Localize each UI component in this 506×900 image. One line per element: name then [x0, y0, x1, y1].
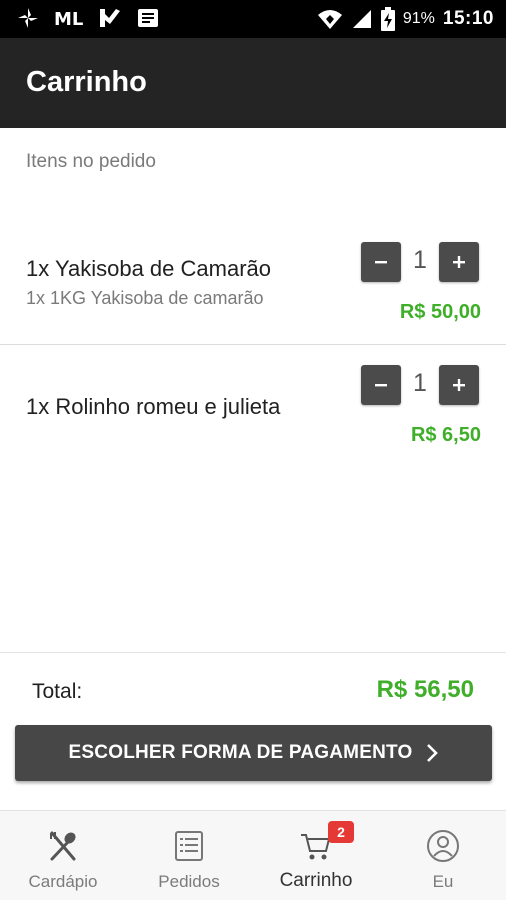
nav-label: Pedidos [158, 872, 220, 891]
total-value: R$ 56,50 [376, 676, 474, 703]
profile-icon [427, 830, 459, 862]
nav-item-eu[interactable]: Eu [380, 811, 506, 900]
cart-item: 1x Rolinho romeu e julieta 1 R$ 6,50 [0, 345, 506, 455]
nav-item-pedidos[interactable]: Pedidos [126, 811, 252, 900]
page-title: Carrinho [26, 66, 147, 98]
wifi-icon [317, 10, 342, 29]
minus-icon [375, 384, 387, 387]
nav-item-carrinho[interactable]: 2 Carrinho [253, 811, 379, 900]
battery-charging-icon [380, 7, 395, 31]
cart-item: 1x Yakisoba de Camarão 1x 1KG Yakisoba d… [0, 230, 506, 345]
cart-count-badge: 2 [328, 821, 354, 843]
fork-spoon-icon [50, 831, 76, 861]
message-icon [138, 9, 158, 27]
svg-text:ML: ML [54, 9, 83, 29]
nav-item-cardapio[interactable]: Cardápio [0, 811, 126, 900]
check-flag-icon [100, 9, 120, 27]
item-price: R$ 50,00 [399, 301, 481, 323]
choose-payment-button[interactable]: ESCOLHER FORMA DE PAGAMENTO [15, 725, 492, 781]
clock: 15:10 [442, 8, 494, 29]
notification-icons: ML [16, 6, 160, 30]
nav-label: Eu [432, 872, 454, 891]
item-name: 1x Rolinho romeu e julieta [26, 394, 281, 419]
list-icon [175, 831, 203, 861]
chevron-right-icon [427, 744, 439, 762]
item-detail: 1x 1KG Yakisoba de camarão [26, 288, 264, 308]
ml-logo-icon: ML [54, 9, 83, 29]
bottom-navigation: Cardápio Pedidos 2 Carrinho Eu [0, 810, 506, 900]
item-name: 1x Yakisoba de Camarão [26, 256, 271, 281]
nav-label: Cardápio [28, 872, 98, 891]
app-bar: Carrinho [0, 38, 506, 128]
total-label: Total: [32, 680, 83, 703]
pinwheel-icon [18, 8, 38, 28]
increase-quantity-button[interactable] [439, 365, 479, 405]
system-icons: 91% 15:10 [317, 7, 494, 31]
status-bar: ML 91% 15:10 [0, 0, 506, 38]
choose-payment-label: ESCOLHER FORMA DE PAGAMENTO [68, 742, 413, 763]
battery-percentage: 91% [402, 10, 435, 27]
nav-label: Carrinho [279, 870, 353, 891]
quantity-value: 1 [413, 246, 427, 274]
signal-icon [352, 10, 371, 28]
section-label: Itens no pedido [26, 151, 156, 172]
decrease-quantity-button[interactable] [361, 242, 401, 282]
increase-quantity-button[interactable] [439, 242, 479, 282]
divider [0, 652, 506, 653]
decrease-quantity-button[interactable] [361, 365, 401, 405]
plus-icon [453, 256, 465, 268]
quantity-value: 1 [413, 369, 427, 397]
item-price: R$ 6,50 [410, 424, 481, 446]
minus-icon [375, 261, 387, 264]
plus-icon [453, 379, 465, 391]
